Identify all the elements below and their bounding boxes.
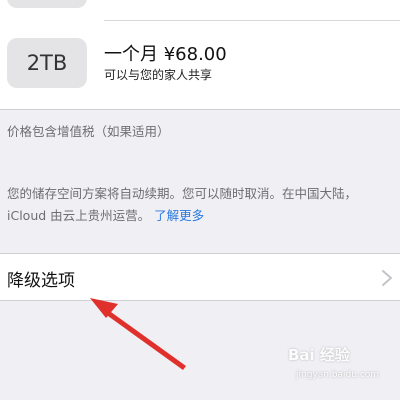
plan-price[interactable]: 一个月 ¥68.00	[104, 40, 227, 66]
watermark-url: jingyan.baidu.com	[296, 370, 380, 380]
chevron-right-icon	[382, 270, 392, 286]
renewal-note-line2: iCloud 由云上贵州运营。 了解更多	[7, 205, 204, 224]
downgrade-options-row[interactable]: 降级选项	[0, 253, 400, 301]
storage-plans-panel: 2TB 一个月 ¥68.00 可以与您的家人共享	[0, 0, 400, 110]
renewal-note-line1: 您的储存空间方案将自动续期。您可以随时取消。在中国大陆，	[7, 186, 358, 201]
watermark: Bai 经验 jingyan.baidu.com	[282, 344, 392, 392]
panel-divider	[0, 109, 400, 110]
plan-separator	[104, 20, 400, 21]
learn-more-link[interactable]: 了解更多	[154, 208, 204, 223]
tax-note: 价格包含增值税（如果适用）	[7, 124, 170, 139]
watermark-logo: Bai 经验	[288, 346, 350, 364]
downgrade-options-label: 降级选项	[7, 271, 75, 291]
previous-plan-box[interactable]	[7, 0, 87, 8]
plan-family-sharing: 可以与您的家人共享	[104, 68, 213, 82]
plan-size-badge[interactable]: 2TB	[7, 38, 87, 88]
renewal-note-text: iCloud 由云上贵州运营。	[7, 208, 151, 223]
